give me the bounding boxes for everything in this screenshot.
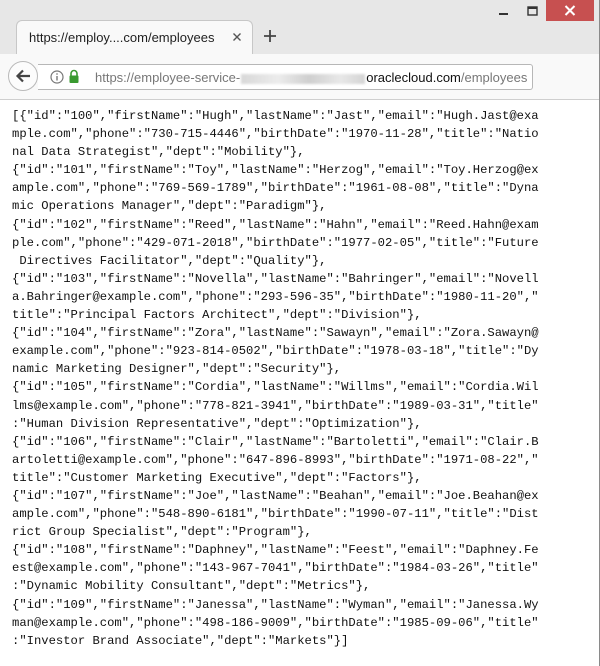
json-text-line: namic Marketing Designer","dept":"Securi… <box>12 362 342 377</box>
json-text-line: nal Data Strategist","dept":"Mobility"}, <box>12 145 305 160</box>
json-text-line: {"id":"105","firstName":"Cordia","lastNa… <box>12 380 539 395</box>
json-text-line: {"id":"101","firstName":"Toy","lastName"… <box>12 163 539 178</box>
close-icon <box>233 33 241 41</box>
json-text-line: est@example.com","phone":"143-967-7041",… <box>12 561 539 576</box>
json-text-line: {"id":"108","firstName":"Daphney","lastN… <box>12 543 539 558</box>
minimize-button[interactable] <box>489 0 518 21</box>
json-text-line: man@example.com","phone":"498-186-9009",… <box>12 615 539 630</box>
json-text-line: {"id":"106","firstName":"Clair","lastNam… <box>12 434 539 449</box>
url-path: /employees <box>460 70 528 85</box>
info-icon[interactable] <box>50 70 64 84</box>
json-text-line: :"Human Division Representative","dept":… <box>12 416 422 431</box>
maximize-icon <box>527 5 538 16</box>
minimize-icon <box>498 12 508 15</box>
url-host: oraclecloud.com <box>366 70 461 85</box>
tab-close-button[interactable] <box>230 30 244 44</box>
tab-employees[interactable]: https://employ....com/employees <box>16 20 253 54</box>
back-button[interactable] <box>8 61 38 91</box>
json-text-line: mple.com","phone":"730-715-4446","birthD… <box>12 127 539 142</box>
json-text-line: ple.com","phone":"429-071-2018","birthDa… <box>12 235 539 250</box>
window-close-button[interactable] <box>546 0 594 21</box>
json-text-line: {"id":"103","firstName":"Novella","lastN… <box>12 271 539 286</box>
lock-icon[interactable] <box>68 69 80 84</box>
json-text-line: Directives Facilitator","dept":"Quality"… <box>12 253 327 268</box>
url-prefix: https://employee-service- <box>95 70 241 85</box>
address-bar[interactable]: https://employee-service-oraclecloud.com… <box>38 64 533 90</box>
new-tab-button[interactable] <box>259 25 281 47</box>
json-text-line: {"id":"104","firstName":"Zora","lastName… <box>12 326 539 341</box>
json-text-line: title":"Principal Factors Architect","de… <box>12 308 422 323</box>
json-text-line: a.Bahringer@example.com","phone":"293-59… <box>12 289 539 304</box>
json-text-line: :"Investor Brand Associate","dept":"Mark… <box>12 633 349 648</box>
json-text-line: [{"id":"100","firstName":"Hugh","lastNam… <box>12 109 539 123</box>
json-text-line: example.com","phone":"923-814-0502","bir… <box>12 344 539 359</box>
json-text-line: lms@example.com","phone":"778-821-3941",… <box>12 398 539 413</box>
back-arrow-icon <box>15 69 30 83</box>
json-text-line: {"id":"102","firstName":"Reed","lastName… <box>12 217 539 232</box>
json-text-line: ample.com","phone":"548-890-6181","birth… <box>12 507 539 522</box>
json-text-line: ample.com","phone":"769-569-1789","birth… <box>12 181 539 196</box>
browser-window: https://employ....com/employees https://… <box>0 0 600 666</box>
json-text-line: rict Group Specialist","dept":"Program"}… <box>12 525 312 540</box>
json-text-line: {"id":"109","firstName":"Janessa","lastN… <box>12 597 539 612</box>
maximize-button[interactable] <box>519 0 546 21</box>
json-text-line: {"id":"107","firstName":"Joe","lastName"… <box>12 488 539 503</box>
json-text-line: title":"Customer Marketing Executive","d… <box>12 470 422 485</box>
plus-icon <box>264 30 276 42</box>
json-text-line: mic Operations Manager","dept":"Paradigm… <box>12 199 327 214</box>
json-text-line: artoletti@example.com","phone":"647-896-… <box>12 452 539 467</box>
navigation-toolbar: https://employee-service-oraclecloud.com… <box>0 54 600 100</box>
tab-strip: https://employ....com/employees <box>0 0 600 54</box>
redacted-url-segment <box>241 73 366 84</box>
tab-title: https://employ....com/employees <box>29 30 215 45</box>
url-text: https://employee-service-oraclecloud.com… <box>95 70 527 85</box>
json-response-body: [{"id":"100","firstName":"Hugh","lastNam… <box>12 107 592 650</box>
json-text-line: :"Dynamic Mobility Consultant","dept":"M… <box>12 579 371 594</box>
close-icon <box>564 5 576 16</box>
